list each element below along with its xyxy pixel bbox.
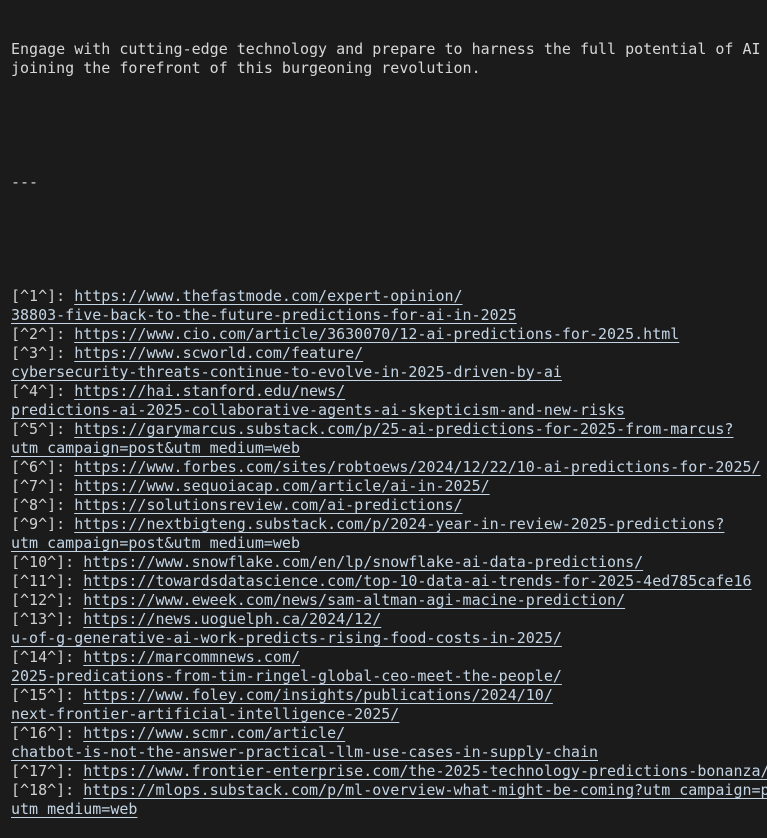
reference-line: [^9^]: https://nextbigteng.substack.com/… <box>11 515 767 534</box>
reference-marker: [^9^]: <box>11 515 66 533</box>
reference-url-link[interactable]: https://nextbigteng.substack.com/p/2024-… <box>74 515 724 533</box>
reference-marker: [^10^]: <box>11 553 75 571</box>
reference-url-link[interactable]: https://www.scmr.com/article/ <box>83 724 345 742</box>
reference-marker: [^15^]: <box>11 686 75 704</box>
reference-url-link[interactable]: https://www.snowflake.com/en/lp/snowflak… <box>83 553 643 571</box>
reference-marker: [^2^]: <box>11 325 66 343</box>
reference-line: [^11^]: https://towardsdatascience.com/t… <box>11 572 767 591</box>
reference-line: utm_medium=web <box>11 800 767 819</box>
reference-url-link[interactable]: predictions-ai-2025-collaborative-agents… <box>11 401 625 419</box>
reference-url-link[interactable]: u-of-g-generative-ai-work-predicts-risin… <box>11 629 562 647</box>
reference-line: utm_campaign=post&utm_medium=web <box>11 439 767 458</box>
reference-url-link[interactable]: https://www.eweek.com/news/sam-altman-ag… <box>83 591 625 609</box>
reference-marker: [^17^]: <box>11 762 75 780</box>
reference-marker: [^18^]: <box>11 781 75 799</box>
horizontal-rule-separator: --- <box>11 173 39 191</box>
reference-url-link[interactable]: utm_campaign=post&utm_medium=web <box>11 534 300 552</box>
reference-marker: [^8^]: <box>11 496 66 514</box>
reference-url-link[interactable]: utm_medium=web <box>11 800 137 818</box>
reference-marker: [^12^]: <box>11 591 75 609</box>
reference-line: 2025-predications-from-tim-ringel-global… <box>11 667 767 686</box>
reference-url-link[interactable]: next-frontier-artificial-intelligence-20… <box>11 705 399 723</box>
reference-line: [^18^]: https://mlops.substack.com/p/ml-… <box>11 781 767 800</box>
reference-marker: [^1^]: <box>11 287 66 305</box>
reference-line: [^6^]: https://www.forbes.com/sites/robt… <box>11 458 767 477</box>
reference-line: next-frontier-artificial-intelligence-20… <box>11 705 767 724</box>
reference-url-link[interactable]: https://www.sequoiacap.com/article/ai-in… <box>74 477 489 495</box>
reference-marker: [^4^]: <box>11 382 66 400</box>
reference-url-link[interactable]: https://marcommnews.com/ <box>83 648 300 666</box>
reference-marker: [^14^]: <box>11 648 75 666</box>
reference-url-link[interactable]: chatbot-is-not-the-answer-practical-llm-… <box>11 743 598 761</box>
reference-marker: [^3^]: <box>11 344 66 362</box>
reference-url-link[interactable]: https://www.forbes.com/sites/robtoews/20… <box>74 458 760 476</box>
reference-line: [^14^]: https://marcommnews.com/ <box>11 648 767 667</box>
reference-line: cybersecurity-threats-continue-to-evolve… <box>11 363 767 382</box>
reference-marker: [^6^]: <box>11 458 66 476</box>
reference-line: utm_campaign=post&utm_medium=web <box>11 534 767 553</box>
reference-line: 38803-five-back-to-the-future-prediction… <box>11 306 767 325</box>
reference-url-link[interactable]: https://www.cio.com/article/3630070/12-a… <box>74 325 679 343</box>
reference-marker: [^7^]: <box>11 477 66 495</box>
reference-url-link[interactable]: 38803-five-back-to-the-future-prediction… <box>11 306 517 324</box>
reference-line: [^1^]: https://www.thefastmode.com/exper… <box>11 287 767 306</box>
reference-line: [^4^]: https://hai.stanford.edu/news/ <box>11 382 767 401</box>
reference-url-link[interactable]: utm_campaign=post&utm_medium=web <box>11 439 300 457</box>
paragraph-line: joining the forefront of this burgeoning… <box>11 59 481 77</box>
reference-line: [^7^]: https://www.sequoiacap.com/articl… <box>11 477 767 496</box>
reference-url-link[interactable]: https://www.scworld.com/feature/ <box>74 344 363 362</box>
reference-url-link[interactable]: https://news.uoguelph.ca/2024/12/ <box>83 610 381 628</box>
reference-url-link[interactable]: https://solutionsreview.com/ai-predictio… <box>74 496 462 514</box>
reference-url-link[interactable]: https://towardsdatascience.com/top-10-da… <box>83 572 751 590</box>
reference-url-link[interactable]: https://www.thefastmode.com/expert-opini… <box>74 287 462 305</box>
reference-line: [^12^]: https://www.eweek.com/news/sam-a… <box>11 591 767 610</box>
reference-marker: [^16^]: <box>11 724 75 742</box>
reference-url-link[interactable]: 2025-predications-from-tim-ringel-global… <box>11 667 562 685</box>
reference-line: u-of-g-generative-ai-work-predicts-risin… <box>11 629 767 648</box>
reference-url-link[interactable]: https://garymarcus.substack.com/p/25-ai-… <box>74 420 733 438</box>
reference-line: [^13^]: https://news.uoguelph.ca/2024/12… <box>11 610 767 629</box>
reference-line: [^17^]: https://www.frontier-enterprise.… <box>11 762 767 781</box>
reference-url-link[interactable]: cybersecurity-threats-continue-to-evolve… <box>11 363 562 381</box>
paragraph-line: Engage with cutting-edge technology and … <box>11 40 767 58</box>
reference-line: [^8^]: https://solutionsreview.com/ai-pr… <box>11 496 767 515</box>
reference-marker: [^5^]: <box>11 420 66 438</box>
reference-url-link[interactable]: https://mlops.substack.com/p/ml-overview… <box>83 781 767 799</box>
reference-marker: [^11^]: <box>11 572 75 590</box>
reference-list: [^1^]: https://www.thefastmode.com/exper… <box>11 287 767 819</box>
reference-line: [^16^]: https://www.scmr.com/article/ <box>11 724 767 743</box>
reference-marker: [^13^]: <box>11 610 75 628</box>
reference-line: [^10^]: https://www.snowflake.com/en/lp/… <box>11 553 767 572</box>
reference-line: [^5^]: https://garymarcus.substack.com/p… <box>11 420 767 439</box>
terminal-output: Engage with cutting-edge technology and … <box>0 0 767 838</box>
reference-url-link[interactable]: https://www.frontier-enterprise.com/the-… <box>83 762 767 780</box>
reference-line: [^2^]: https://www.cio.com/article/36300… <box>11 325 767 344</box>
reference-url-link[interactable]: https://www.foley.com/insights/publicati… <box>83 686 553 704</box>
reference-line: predictions-ai-2025-collaborative-agents… <box>11 401 767 420</box>
reference-line: chatbot-is-not-the-answer-practical-llm-… <box>11 743 767 762</box>
reference-line: [^3^]: https://www.scworld.com/feature/ <box>11 344 767 363</box>
reference-line: [^15^]: https://www.foley.com/insights/p… <box>11 686 767 705</box>
reference-url-link[interactable]: https://hai.stanford.edu/news/ <box>74 382 345 400</box>
paragraph-block: Engage with cutting-edge technology and … <box>11 40 767 78</box>
